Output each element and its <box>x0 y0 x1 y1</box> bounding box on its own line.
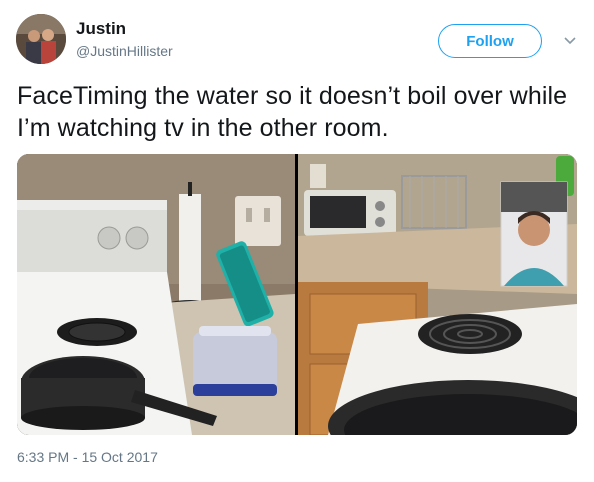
follow-button[interactable]: Follow <box>438 24 542 58</box>
photo-facetime-view[interactable] <box>298 154 577 435</box>
media-container <box>17 154 577 435</box>
user-handle[interactable]: @JustinHillister <box>76 43 173 59</box>
tweet-text: FaceTiming the water so it doesn’t boil … <box>17 82 568 142</box>
tweet-timestamp[interactable]: 6:33 PM - 15 Oct 2017 <box>17 449 158 465</box>
display-name[interactable]: Justin <box>76 19 126 39</box>
chevron-down-icon[interactable] <box>562 34 578 48</box>
avatar[interactable] <box>16 14 66 64</box>
tweet-card: Justin @JustinHillister Follow FaceTimin… <box>0 0 594 482</box>
photo-stove-phone[interactable] <box>17 154 295 435</box>
